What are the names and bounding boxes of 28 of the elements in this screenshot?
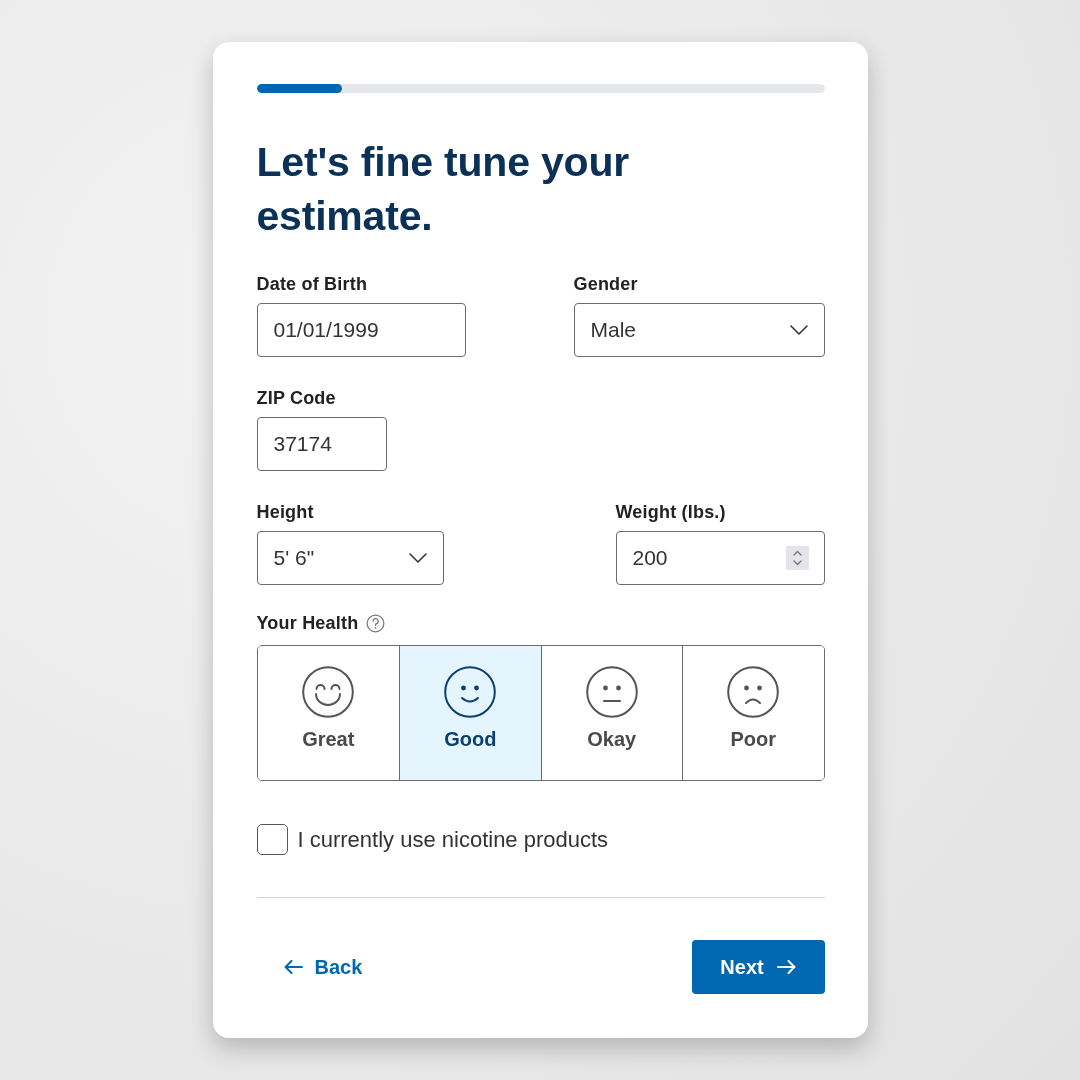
field-label: Weight (lbs.) <box>615 501 726 523</box>
chevron-down-icon <box>408 553 427 563</box>
field-label: Date of Birth <box>256 273 368 295</box>
neutral-face-icon <box>585 666 638 718</box>
smiling-face-icon <box>444 666 497 718</box>
right-arrow-icon <box>776 960 796 974</box>
spinner-icon[interactable] <box>785 546 809 570</box>
page-title: Let's fine tune your estimate. <box>256 138 630 241</box>
text-field[interactable]: 01/01/1999 <box>256 303 466 357</box>
number-field[interactable]: 200 <box>615 531 825 585</box>
health-option[interactable]: Good <box>399 646 541 780</box>
checkbox[interactable] <box>256 824 288 855</box>
back-button[interactable]: Back <box>256 940 363 994</box>
text-field[interactable]: 37174 <box>256 417 387 471</box>
laughing-face-icon <box>302 666 355 718</box>
next-button[interactable]: Next <box>691 940 825 994</box>
help-icon[interactable] <box>366 613 386 633</box>
left-arrow-icon <box>283 960 303 974</box>
sad-face-icon <box>727 666 780 718</box>
dropdown-field[interactable]: 5' 6" <box>256 531 444 585</box>
field-label: Height <box>256 501 314 523</box>
dropdown-field[interactable]: Male <box>573 303 825 357</box>
health-option[interactable]: Poor <box>682 646 824 780</box>
field-label: Your Health <box>256 612 359 634</box>
chevron-down-icon <box>789 325 808 335</box>
field-label: Gender <box>573 273 638 295</box>
checkbox-label: I currently use nicotine products <box>297 826 609 853</box>
field-label: ZIP Code <box>256 387 336 409</box>
